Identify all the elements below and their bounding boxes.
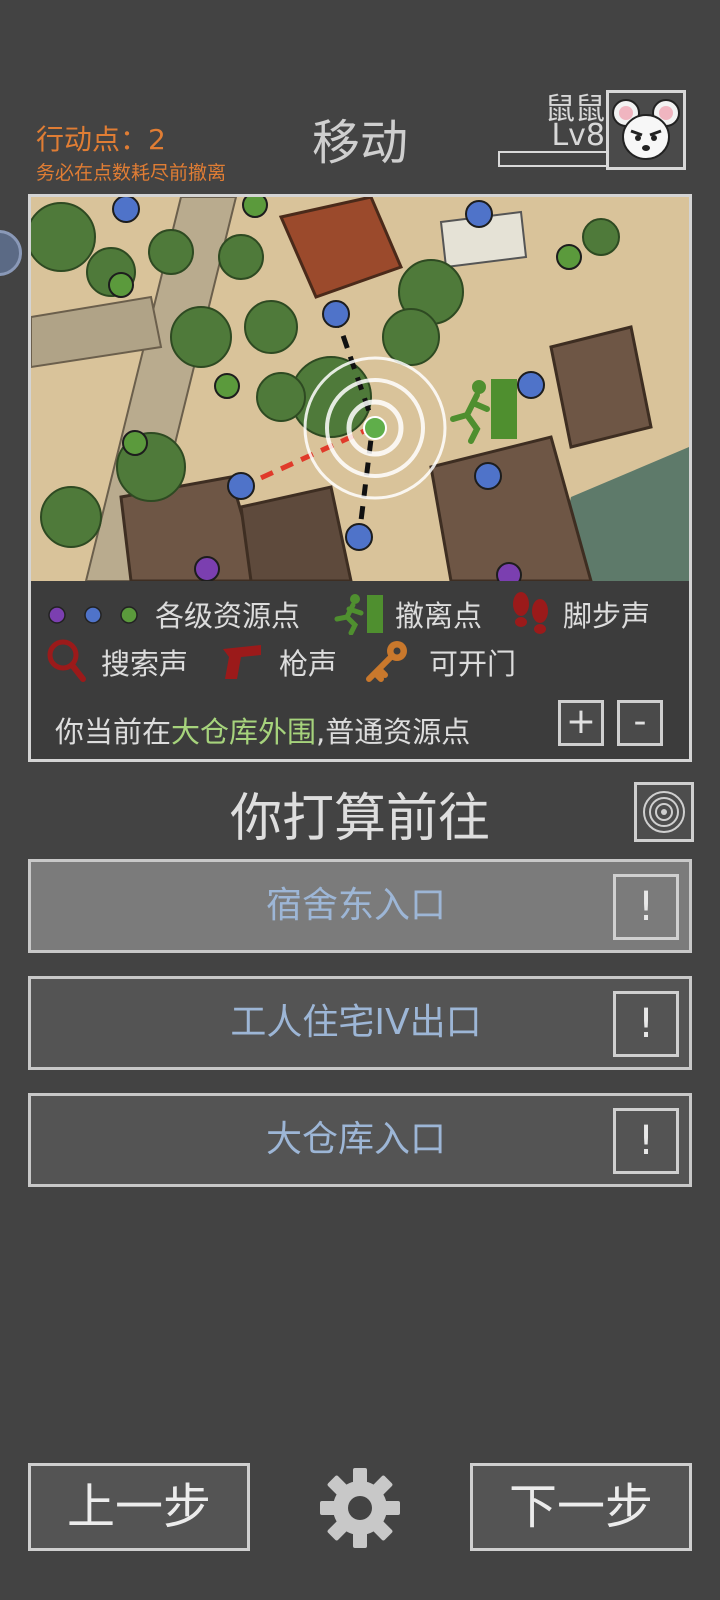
legend-gunshot: 枪声 xyxy=(279,647,338,681)
radar-button[interactable] xyxy=(634,782,694,842)
location-prefix: 你当前在 xyxy=(55,715,172,749)
zoom-out-button[interactable]: - xyxy=(617,700,663,746)
legend-footsteps: 脚步声 xyxy=(563,599,651,633)
current-location: 你当前在大仓库外围,普通资源点 xyxy=(55,709,470,751)
legend-openable-door: 可开门 xyxy=(429,647,517,681)
legend-search-sound: 搜索声 xyxy=(101,647,189,681)
map-panel: 各级资源点 撤离点 脚步声 搜索声 枪声 可开门 你当前在大仓库外围,普通资源点… xyxy=(28,194,692,762)
magnifier-icon xyxy=(47,639,86,682)
map-view[interactable] xyxy=(31,197,689,581)
extraction-runner-icon xyxy=(334,594,383,635)
destination-option[interactable]: 宿舍东入口 ! xyxy=(28,859,692,953)
info-icon[interactable]: ! xyxy=(613,874,679,940)
back-button[interactable]: 上一步 xyxy=(28,1463,250,1551)
map-illustration xyxy=(31,197,689,581)
key-icon xyxy=(366,641,407,682)
level-bar xyxy=(498,151,608,167)
map-legend: 各级资源点 撤离点 脚步声 搜索声 枪声 可开门 你当前在大仓库外围,普通资源点… xyxy=(31,581,689,759)
info-icon[interactable]: ! xyxy=(613,1108,679,1174)
player-level: Lv8 xyxy=(551,118,605,153)
destination-option[interactable]: 工人住宅IV出口 ! xyxy=(28,976,692,1070)
pistol-icon xyxy=(223,645,261,679)
destination-prompt: 你打算前往 xyxy=(229,789,490,849)
legend-resource-points: 各级资源点 xyxy=(155,599,301,633)
destination-label: 工人住宅IV出口 xyxy=(230,1002,482,1043)
radar-icon xyxy=(643,791,685,833)
gear-icon xyxy=(320,1468,400,1548)
footsteps-icon xyxy=(513,592,548,634)
next-button[interactable]: 下一步 xyxy=(470,1463,692,1551)
avatar-mouse-icon xyxy=(612,99,680,160)
info-icon[interactable]: ! xyxy=(613,991,679,1057)
destination-label: 宿舍东入口 xyxy=(265,885,446,926)
legend-extraction-point: 撤离点 xyxy=(395,599,483,633)
destination-option[interactable]: 大仓库入口 ! xyxy=(28,1093,692,1187)
resource-dots-icon xyxy=(48,606,138,624)
side-bubble-button[interactable] xyxy=(0,230,22,276)
settings-button[interactable] xyxy=(316,1464,404,1552)
zoom-in-button[interactable]: + xyxy=(558,700,604,746)
location-place: 大仓库外围 xyxy=(171,715,317,749)
location-suffix: ,普通资源点 xyxy=(316,715,471,749)
destination-label: 大仓库入口 xyxy=(265,1119,446,1160)
avatar[interactable] xyxy=(606,90,686,170)
